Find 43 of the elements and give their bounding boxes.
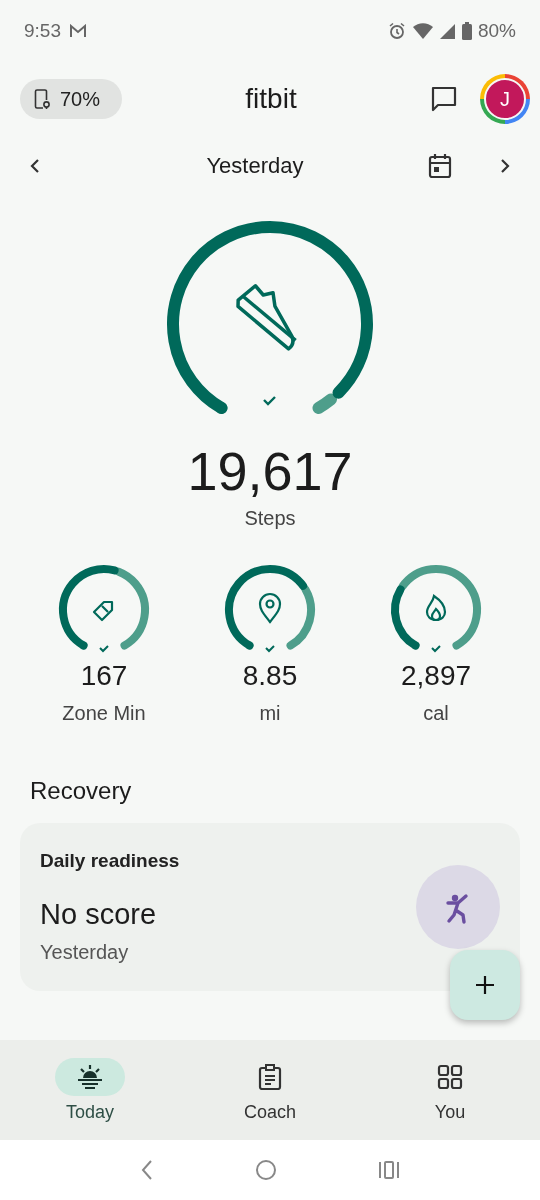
status-time: 9:53 <box>24 20 61 42</box>
stat-value: 167 <box>80 660 128 693</box>
stat-label: cal <box>423 702 449 726</box>
location-pin-icon <box>258 593 282 624</box>
stat-label: mi <box>259 702 281 726</box>
stat-value: 8.85 <box>242 660 298 693</box>
avatar[interactable]: J <box>480 74 530 124</box>
nav-tab[interactable]: Coach <box>205 1057 335 1123</box>
back-icon[interactable] <box>140 1159 155 1181</box>
recents-icon[interactable] <box>377 1160 400 1180</box>
card-title: Daily readiness <box>40 850 181 873</box>
date-label: Yesterday <box>205 153 305 179</box>
section-title: Recovery <box>29 777 133 806</box>
battery-percent: 80% <box>477 20 516 42</box>
alarm-icon <box>387 22 406 40</box>
shoe-icon <box>236 284 297 351</box>
readiness-card[interactable]: Daily readiness No score Yesterday <box>20 823 520 992</box>
plus-icon <box>475 975 495 995</box>
readiness-score: No score <box>40 898 158 932</box>
sunrise-icon <box>76 1063 104 1090</box>
grid-icon <box>437 1063 463 1090</box>
calendar-icon[interactable] <box>428 153 452 179</box>
home-icon[interactable] <box>255 1159 277 1181</box>
runner-icon <box>416 865 500 950</box>
device-battery-chip[interactable]: 70% <box>20 79 123 119</box>
flame-icon <box>425 595 447 622</box>
wifi-icon <box>411 22 434 40</box>
previous-icon[interactable] <box>28 157 42 175</box>
mail-icon <box>69 24 87 38</box>
steps-label: Steps <box>243 507 297 531</box>
card-date: Yesterday <box>40 941 130 965</box>
stat-value: 2,897 <box>400 660 472 693</box>
signal-icon <box>439 23 456 39</box>
steps-count: 19,617 <box>186 442 354 502</box>
battery-icon <box>461 22 472 40</box>
nav-tab[interactable]: Today <box>25 1057 155 1123</box>
stat-label: Zone Min <box>62 702 146 726</box>
clipboard-icon <box>258 1063 282 1090</box>
nav-tab[interactable]: You <box>385 1057 515 1123</box>
next-icon[interactable] <box>498 157 512 175</box>
app-title: fitbit <box>244 83 298 115</box>
watch-icon <box>34 88 50 110</box>
chat-icon[interactable] <box>430 85 458 113</box>
